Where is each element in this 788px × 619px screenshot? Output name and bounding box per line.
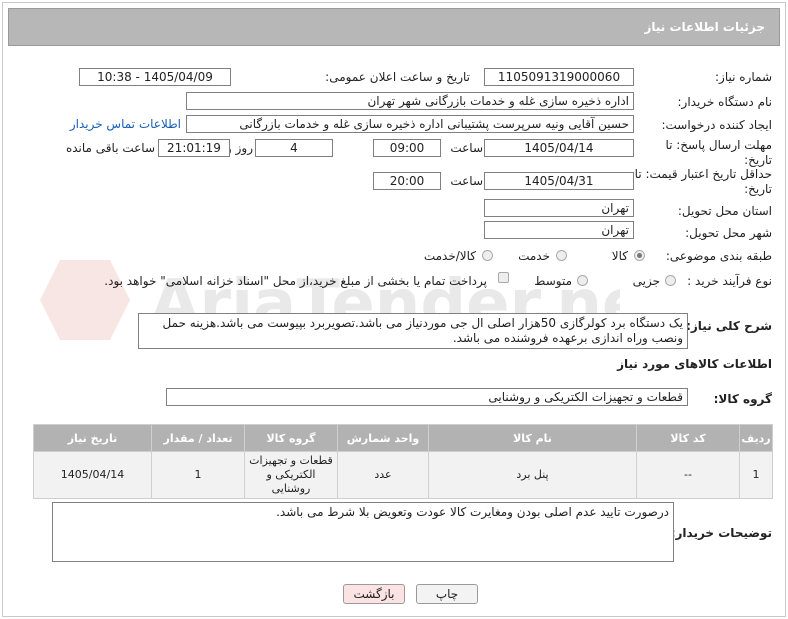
city-field: تهران <box>484 221 634 239</box>
category-label: طبقه بندی موضوعی: <box>665 249 772 263</box>
treasury-payment-checkbox[interactable] <box>498 272 509 283</box>
buyer-notes-textarea[interactable]: درصورت تایید عدم اصلی بودن ومغایرت کالا … <box>52 502 674 562</box>
deadline-time-field: 09:00 <box>373 139 441 157</box>
requester-label: ایجاد کننده درخواست: <box>661 118 772 132</box>
deadline-time-label: ساعت <box>450 141 483 155</box>
treasury-payment-note: پرداخت تمام یا بخشی از مبلغ خرید،از محل … <box>104 274 487 288</box>
print-button[interactable]: چاپ <box>416 584 478 604</box>
requester-field: حسین آقایی ونیه سرپرست پشتیبانی اداره ذخ… <box>186 115 634 133</box>
goods-info-title: اطلاعات کالاهای مورد نیاز <box>617 357 772 371</box>
province-label: استان محل تحویل: <box>677 204 772 218</box>
cell-goods-group: قطعات و تجهیزات الکتریکی و روشنایی <box>244 451 338 499</box>
page-header: جزئیات اطلاعات نیاز <box>8 8 780 46</box>
category-option-service: خدمت <box>518 249 550 263</box>
category-option-goods: کالا <box>611 249 628 263</box>
goods-group-label: گروه کالا: <box>713 392 772 406</box>
process-label: نوع فرآیند خرید : <box>687 274 772 288</box>
col-unit: واحد شمارش <box>337 424 429 452</box>
validity-date-field: 1405/04/31 <box>484 172 634 190</box>
cell-row-number: 1 <box>739 451 773 499</box>
announce-datetime-field: 1405/04/09 - 10:38 <box>79 68 231 86</box>
days-label: روز و <box>226 141 253 155</box>
validity-label: حداقل تاریخ اعتبار قیمت: تا تاریخ: <box>634 167 772 196</box>
table-row: 1 -- پنل برد عدد قطعات و تجهیزات الکتریک… <box>33 451 773 499</box>
buyer-org-field: اداره ذخیره سازی غله و خدمات بازرگانی شه… <box>186 92 634 110</box>
category-radio-service[interactable] <box>556 250 567 261</box>
back-button[interactable]: بازگشت <box>343 584 405 604</box>
remaining-time-label: ساعت باقی مانده <box>65 141 155 155</box>
province-field: تهران <box>484 199 634 217</box>
process-radio-medium[interactable] <box>577 275 588 286</box>
deadline-date-field: 1405/04/14 <box>484 139 634 157</box>
need-number-field: 1105091319000060 <box>484 68 634 86</box>
items-table: ردیف کد کالا نام کالا واحد شمارش گروه کا… <box>33 424 773 499</box>
summary-label: شرح کلی نیاز: <box>686 319 772 333</box>
cell-quantity: 1 <box>151 451 245 499</box>
col-quantity: تعداد / مقدار <box>151 424 245 452</box>
cell-item-code: -- <box>636 451 740 499</box>
deadline-label: مهلت ارسال پاسخ: تا تاریخ: <box>665 138 772 167</box>
col-item-code: کد کالا <box>636 424 740 452</box>
need-number-label: شماره نیاز: <box>715 70 772 84</box>
goods-group-field: قطعات و تجهیزات الکتریکی و روشنایی <box>166 388 688 406</box>
page-title: جزئیات اطلاعات نیاز <box>644 20 765 34</box>
category-option-goods-service: کالا/خدمت <box>423 249 476 263</box>
col-row-number: ردیف <box>739 424 773 452</box>
col-need-date: تاریخ نیاز <box>33 424 152 452</box>
buyer-notes-label: توضیحات خریدار: <box>670 526 772 540</box>
col-item-name: نام کالا <box>428 424 637 452</box>
cell-unit: عدد <box>337 451 429 499</box>
cell-item-name: پنل برد <box>428 451 637 499</box>
buyer-org-label: نام دستگاه خریدار: <box>677 95 773 109</box>
validity-time-field: 20:00 <box>373 172 441 190</box>
category-radio-goods-service[interactable] <box>482 250 493 261</box>
summary-textarea[interactable]: یک دستگاه برد کولرگازی 50هزار اصلی ال جی… <box>138 313 688 349</box>
category-radio-goods[interactable] <box>634 250 645 261</box>
validity-time-label: ساعت <box>450 174 483 188</box>
process-radio-minor[interactable] <box>665 275 676 286</box>
buyer-contact-link[interactable]: اطلاعات تماس خریدار <box>70 117 181 131</box>
col-goods-group: گروه کالا <box>244 424 338 452</box>
process-option-minor: جزیی <box>632 274 660 288</box>
city-label: شهر محل تحویل: <box>685 226 772 240</box>
items-table-header: ردیف کد کالا نام کالا واحد شمارش گروه کا… <box>33 424 773 452</box>
days-field: 4 <box>255 139 333 157</box>
cell-need-date: 1405/04/14 <box>33 451 152 499</box>
announce-label: تاریخ و ساعت اعلان عمومی: <box>325 70 470 84</box>
process-option-medium: متوسط <box>534 274 572 288</box>
remaining-time-field: 21:01:19 <box>158 139 230 157</box>
